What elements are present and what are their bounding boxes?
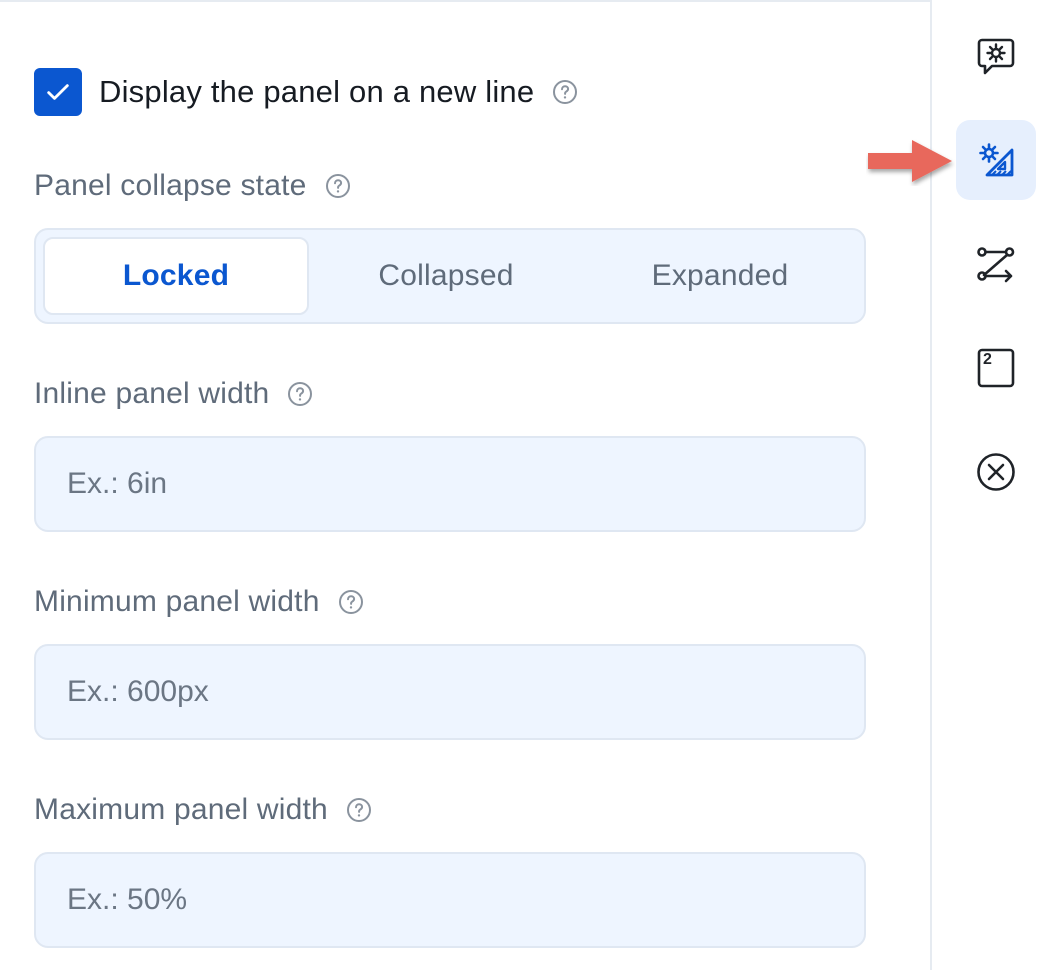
inline-width-label-text: Inline panel width (34, 377, 270, 410)
help-icon[interactable] (287, 381, 313, 407)
close-button[interactable] (956, 432, 1036, 512)
segment-locked[interactable]: Locked (43, 237, 309, 315)
new-line-checkbox[interactable] (34, 68, 82, 116)
numbered-box-button[interactable]: 2 (956, 328, 1036, 408)
pointer-arrow-icon (868, 140, 952, 182)
close-circle-icon (977, 453, 1015, 491)
help-icon[interactable] (346, 797, 372, 823)
numbered-box-icon (977, 348, 1015, 388)
collapse-state-label-text: Panel collapse state (34, 169, 307, 202)
help-icon[interactable] (338, 589, 364, 615)
new-line-checkbox-row[interactable]: Display the panel on a new line (34, 68, 578, 116)
min-width-label-text: Minimum panel width (34, 585, 320, 618)
segment-expanded[interactable]: Expanded (583, 237, 857, 315)
chat-settings-button[interactable] (956, 16, 1036, 96)
help-icon[interactable] (552, 79, 578, 105)
min-width-label: Minimum panel width (34, 585, 364, 619)
inline-width-input[interactable] (34, 436, 866, 532)
min-width-input[interactable] (34, 644, 866, 740)
collapse-state-label: Panel collapse state (34, 169, 351, 203)
max-width-label: Maximum panel width (34, 793, 372, 827)
max-width-label-text: Maximum panel width (34, 793, 328, 826)
inline-width-label: Inline panel width (34, 377, 313, 411)
chat-settings-icon (977, 38, 1015, 75)
numbered-box-badge: 2 (983, 351, 992, 368)
layout-settings-icon (979, 143, 1014, 177)
help-icon[interactable] (325, 173, 351, 199)
max-width-input[interactable] (34, 852, 866, 948)
checkmark-icon (47, 84, 69, 100)
logic-button[interactable] (956, 224, 1036, 304)
layout-settings-button[interactable] (956, 120, 1036, 200)
property-panel: Display the panel on a new line Panel co… (0, 0, 930, 970)
new-line-checkbox-label: Display the panel on a new line (99, 74, 535, 109)
collapse-state-segmented-control: Locked Collapsed Expanded (34, 228, 866, 324)
segment-collapsed[interactable]: Collapsed (309, 237, 583, 315)
logic-path-icon (977, 247, 1015, 283)
